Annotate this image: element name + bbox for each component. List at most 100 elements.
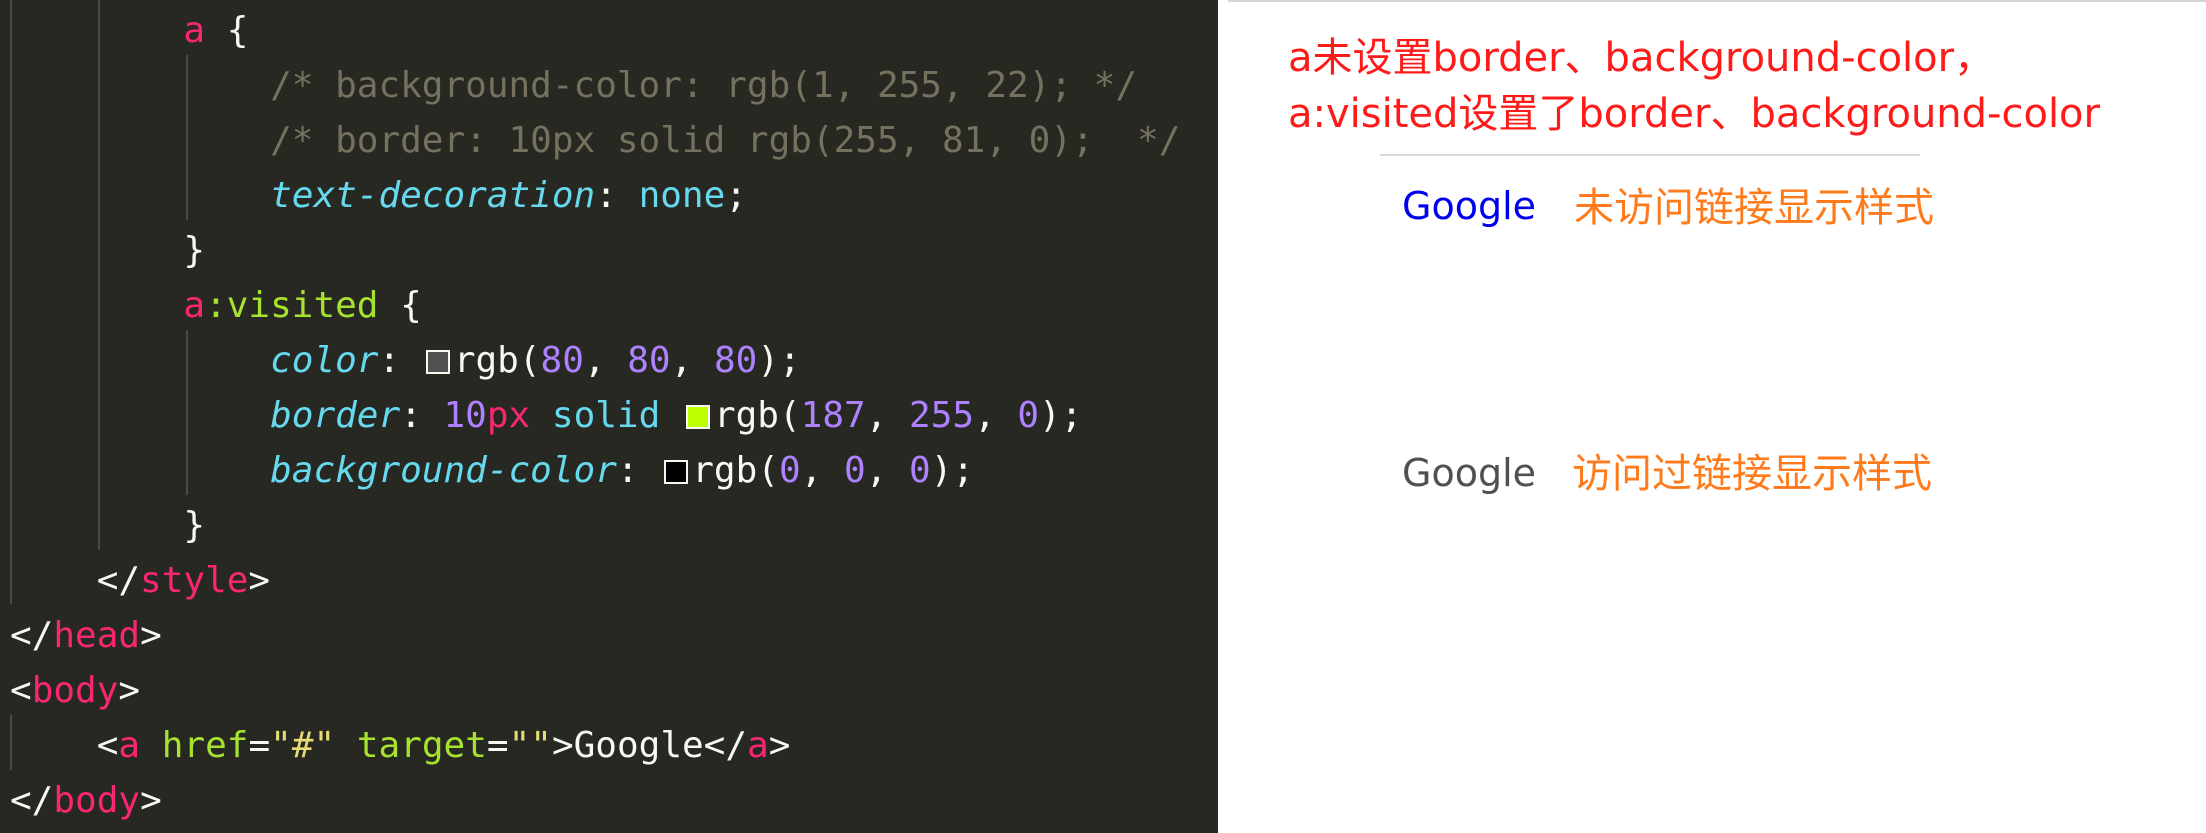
code-token: rgb(	[713, 395, 801, 436]
color-swatch-icon	[425, 350, 450, 374]
code-token: border	[270, 395, 401, 436]
code-line: </body>	[10, 773, 162, 828]
code-token: );	[1039, 395, 1083, 436]
note-line-1: a未设置border、background-color，	[1288, 35, 1995, 81]
code-token: </	[10, 615, 54, 656]
code-line: /* background-color: rgb(1, 255, 22); */	[10, 58, 1137, 113]
code-token: >	[248, 560, 271, 601]
code-token: ,	[583, 340, 628, 381]
code-token: ,	[865, 450, 910, 491]
preview-top-border	[1228, 0, 2206, 2]
code-token: rgb(	[692, 450, 779, 491]
code-line: background-color: rgb(0, 0, 0);	[10, 443, 974, 498]
code-token: 0	[1017, 395, 1040, 436]
code-token: target	[356, 725, 487, 766]
code-line: a {	[10, 3, 248, 58]
code-token: 80	[627, 340, 671, 381]
code-token: :	[378, 340, 422, 381]
code-token: background-color	[270, 450, 617, 491]
code-token: </	[10, 560, 141, 601]
code-line: <body>	[10, 663, 140, 718]
code-token: );	[930, 450, 975, 491]
code-line: </head>	[10, 608, 162, 663]
code-line: a:visited {	[10, 278, 422, 333]
code-token: color	[270, 340, 379, 381]
code-line: </style>	[10, 553, 270, 608]
code-token: :	[400, 395, 444, 436]
code-token: "#"	[270, 725, 336, 766]
browser-preview-panel: a未设置border、background-color， a:visited设置…	[1218, 0, 2206, 833]
unvisited-style-label: 未访问链接显示样式	[1574, 185, 1934, 231]
divider	[1380, 154, 1920, 156]
code-token: :	[616, 450, 661, 491]
code-token: <	[10, 670, 32, 711]
code-token: a	[747, 725, 769, 766]
code-token: ,	[974, 395, 1018, 436]
code-token: px	[486, 395, 531, 436]
code-line: color: rgb(80, 80, 80);	[10, 333, 801, 388]
code-token: <	[10, 725, 119, 766]
code-token: :	[595, 175, 639, 216]
code-token: /* border: 10px solid rgb(255, 81, 0); *…	[270, 120, 1181, 161]
visited-style-label: 访问过链接显示样式	[1572, 451, 1932, 497]
color-swatch-icon	[664, 460, 689, 484]
code-token: 0	[778, 450, 801, 491]
code-token: >	[140, 780, 162, 821]
code-token: :visited	[205, 285, 379, 326]
code-token: 0	[843, 450, 866, 491]
code-token: 80	[713, 340, 758, 381]
code-token: </	[10, 780, 54, 821]
code-token: /* background-color: rgb(1, 255, 22); */	[270, 65, 1138, 106]
note-line-2: a:visited设置了border、background-color	[1288, 91, 2100, 137]
code-token: ,	[865, 395, 910, 436]
code-token: a	[183, 285, 206, 326]
code-token: href	[161, 725, 249, 766]
code-line: text-decoration: none;	[10, 168, 747, 223]
code-token: 80	[540, 340, 584, 381]
code-line: /* border: 10px solid rgb(255, 81, 0); *…	[10, 113, 1180, 168]
code-token: body	[53, 780, 141, 821]
code-token: body	[31, 670, 119, 711]
code-token: solid	[530, 395, 682, 436]
google-link-unvisited[interactable]: Google	[1402, 178, 1536, 234]
code-line: <a href="#" target="">Google</a>	[10, 718, 791, 773]
code-editor-panel[interactable]: a { /* background-color: rgb(1, 255, 22)…	[0, 0, 1218, 833]
color-swatch-icon	[685, 405, 710, 429]
code-token: 0	[909, 450, 931, 491]
code-token: {	[378, 285, 422, 326]
code-token: >	[140, 615, 162, 656]
code-token: ""	[508, 725, 552, 766]
code-line: }	[10, 498, 205, 553]
code-token: none	[638, 175, 726, 216]
code-token: a	[183, 10, 206, 51]
code-token: }	[10, 505, 206, 546]
code-token: head	[53, 615, 141, 656]
code-line: }	[10, 223, 205, 278]
code-token: >	[118, 670, 141, 711]
code-token: >	[768, 725, 791, 766]
code-token: ,	[800, 450, 844, 491]
code-token: {	[205, 10, 249, 51]
code-line: border: 10px solid rgb(187, 255, 0);	[10, 388, 1082, 443]
code-token: text-decoration	[270, 175, 596, 216]
code-token: 10	[443, 395, 487, 436]
code-token: 187	[800, 395, 866, 436]
google-link-visited[interactable]: Google	[1402, 445, 1536, 501]
code-token: =	[248, 725, 271, 766]
code-token: ;	[725, 175, 747, 216]
code-token: 255	[909, 395, 975, 436]
code-token: }	[10, 230, 206, 271]
code-token: );	[757, 340, 801, 381]
code-token: rgb(	[453, 340, 541, 381]
code-token: a	[118, 725, 141, 766]
